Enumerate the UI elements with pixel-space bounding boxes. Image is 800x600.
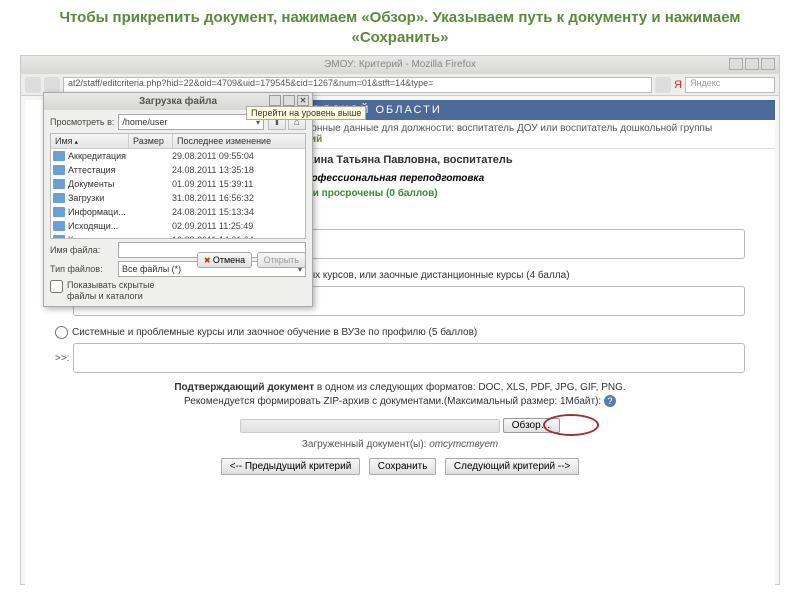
- window-titlebar: ЭМОУ: Критерий - Mozilla Firefox: [21, 56, 779, 74]
- breadcrumb-tabs: тестационные данные для должности: воспи…: [265, 120, 775, 149]
- dialog-minimize-button[interactable]: [269, 95, 281, 106]
- dialog-close-button[interactable]: ✕: [297, 95, 309, 106]
- back-button[interactable]: [25, 77, 41, 93]
- file-list-header: Имя Размер Последнее изменение: [51, 134, 305, 149]
- maximize-button[interactable]: [745, 58, 759, 70]
- forward-button[interactable]: [44, 77, 60, 93]
- dialog-maximize-button[interactable]: [283, 95, 295, 106]
- folder-icon: [53, 165, 65, 175]
- file-path-display: [240, 419, 500, 433]
- file-dialog: Загрузка файла ✕ Просмотреть в: /home/us…: [43, 92, 313, 307]
- dialog-cancel-button[interactable]: Отмена: [197, 252, 252, 268]
- folder-icon: [53, 179, 65, 189]
- file-row[interactable]: Критери...12.08.2011 14:01:04: [51, 233, 305, 239]
- save-button[interactable]: Сохранить: [369, 458, 437, 475]
- folder-icon: [53, 151, 65, 161]
- col-name[interactable]: Имя: [51, 134, 129, 148]
- option-3[interactable]: Системные и проблемные курсы или заочное…: [55, 327, 477, 338]
- loaded-documents: Загруженный документ(ы): отсутствует: [55, 439, 745, 450]
- file-list[interactable]: Имя Размер Последнее изменение Аккредита…: [50, 133, 306, 239]
- show-hidden-label: Показывать скрытые файлы и каталоги: [67, 280, 177, 302]
- url-input[interactable]: at2/staff/editcriteria.php?hid=22&oid=47…: [63, 77, 652, 93]
- show-hidden-checkbox[interactable]: [50, 280, 63, 293]
- section-title: ции, профессиональная переподготовка: [265, 171, 775, 186]
- minimize-button[interactable]: [729, 58, 743, 70]
- filetype-label: Тип файлов:: [50, 264, 114, 274]
- person-name: средихина Татьяна Павловна, воспитатель: [265, 149, 775, 171]
- prev-criterion-button[interactable]: <-- Предыдущий критерий: [221, 458, 361, 475]
- instruction-text: Чтобы прикрепить документ, нажимаем «Обз…: [0, 0, 800, 55]
- col-size[interactable]: Размер: [129, 134, 173, 148]
- search-input[interactable]: Яндекс: [685, 77, 775, 93]
- file-row[interactable]: Аттестация24.08.2011 13:35:18: [51, 163, 305, 177]
- look-in-combo[interactable]: /home/user: [118, 114, 264, 130]
- help-icon[interactable]: ?: [604, 395, 616, 407]
- option-3-radio[interactable]: [55, 326, 68, 339]
- dialog-open-button[interactable]: Открыть: [257, 252, 306, 268]
- tooltip: Перейти на уровень выше: [246, 106, 366, 120]
- browser-window: ЭМОУ: Критерий - Mozilla Firefox at2/sta…: [20, 55, 780, 585]
- look-in-label: Просмотреть в:: [50, 117, 114, 127]
- file-row[interactable]: Загрузки31.08.2011 16:56:32: [51, 191, 305, 205]
- folder-icon: [53, 207, 65, 217]
- document-note: Подтверждающий документ в одном из следу…: [55, 381, 745, 409]
- expired-note: фикации просрочены (0 баллов): [265, 186, 775, 201]
- window-title: ЭМОУ: Критерий - Mozilla Firefox: [324, 59, 476, 70]
- file-row[interactable]: Документы01.09.2011 15:39:11: [51, 177, 305, 191]
- folder-icon: [53, 235, 65, 239]
- filename-label: Имя файла:: [50, 245, 114, 255]
- file-row[interactable]: Исходящи...02.09.2011 11:25:49: [51, 219, 305, 233]
- file-row[interactable]: Информаци...24.08.2011 15:13:34: [51, 205, 305, 219]
- next-criterion-button[interactable]: Следующий критерий -->: [445, 458, 579, 475]
- arrow-label: >>:: [55, 343, 69, 364]
- file-row[interactable]: Аккредитация29.08.2011 09:55:04: [51, 149, 305, 163]
- folder-icon: [53, 221, 65, 231]
- col-modified[interactable]: Последнее изменение: [173, 134, 305, 148]
- folder-icon: [53, 193, 65, 203]
- comment-3-input[interactable]: [73, 343, 745, 373]
- reload-button[interactable]: [655, 77, 671, 93]
- yandex-icon: Я: [674, 79, 682, 91]
- browse-button[interactable]: Обзор…: [503, 418, 560, 433]
- close-button[interactable]: [761, 58, 775, 70]
